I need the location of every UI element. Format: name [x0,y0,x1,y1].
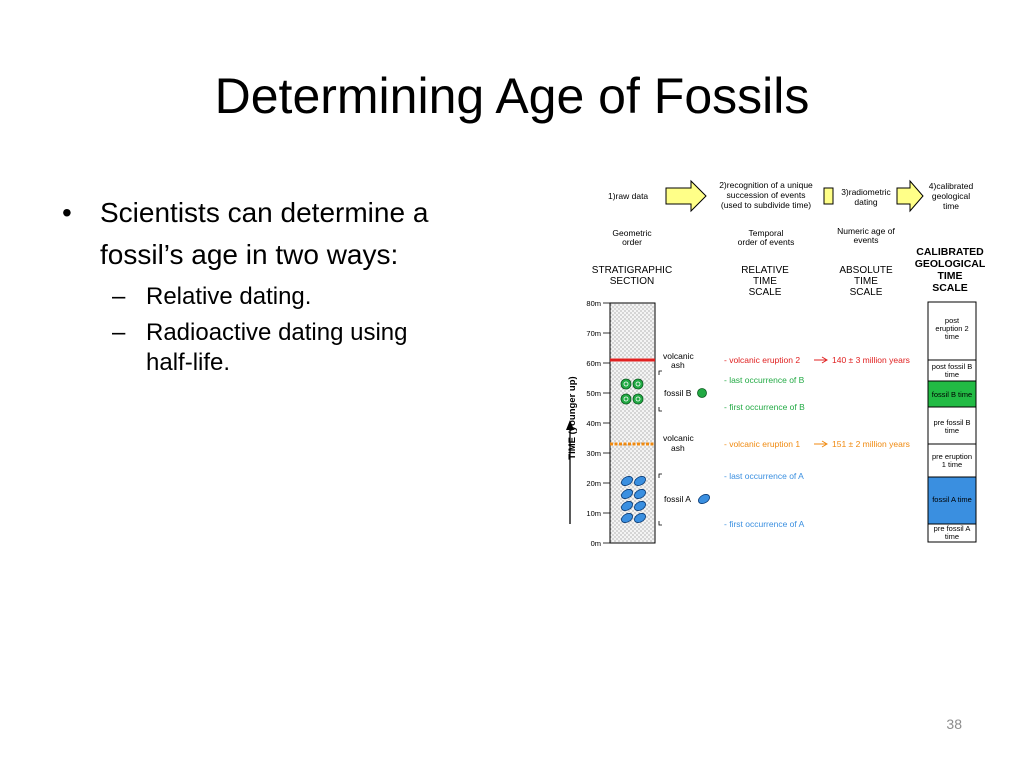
label-fossil-a: fossil A [664,494,691,504]
event-last-occurrence-b: - last occurrence of B [724,375,805,385]
sub-bullet-text-line-1: Radioactive dating using [146,319,408,346]
eruption-2-arrow-icon [814,356,828,364]
range-bracket-markers [658,370,662,526]
label-volcanic-ash-lower-1: volcanic [663,433,694,443]
subhead-numeric-2: events [853,235,878,245]
dash-icon: – [112,283,126,310]
event-volcanic-eruption-1: - volcanic eruption 1 [724,439,800,449]
step-recognition-line-1: 2)recognition of a unique [719,180,813,190]
step-arrow-1-icon [665,179,707,213]
step-calibrated-line-1: 4)calibrated [929,181,974,191]
fossil-dating-diagram: 1)raw data 2)recognition of a unique suc… [566,179,986,548]
label-fossil-b: fossil B [664,388,692,398]
column-calibrated-2: GEOLOGICAL [915,258,986,270]
event-first-occurrence-b: - first occurrence of B [724,402,805,412]
height-tick-label: 10m [586,509,601,518]
bullet-text-line-1: Scientists can determine a [100,197,429,228]
column-absolute-1: ABSOLUTE [839,265,893,276]
zone-fossil-a-time: fossil A time [932,495,972,504]
step-radiometric-line-1: 3)radiometric [841,187,891,197]
zone-pre-fossil-b-2: time [945,426,959,435]
bullet-item: • Scientists can determine a fossil’s ag… [62,192,532,276]
dash-icon: – [112,319,126,346]
sub-bullet-text-line-2: half-life. [146,349,231,376]
step-radiometric-line-2: dating [854,197,877,207]
step-calibrated-line-2: geological [932,191,970,201]
column-relative-2: TIME [753,276,777,287]
slide-title: Determining Age of Fossils [214,68,810,124]
step-raw-data: 1)raw data [608,191,648,201]
step-calibrated-line-3: time [943,201,959,211]
step-recognition-line-2: succession of events [727,190,806,200]
age-eruption-2: 140 ± 3 million years [832,355,910,365]
bullet-text-line-2: fossil’s age in two ways: [100,239,399,270]
height-tick-label: 30m [586,449,601,458]
zone-pre-eruption-1-2: 1 time [942,460,962,469]
height-tick-label: 70m [586,329,601,338]
label-volcanic-ash-upper-2: ash [671,360,685,370]
height-tick-label: 20m [586,479,601,488]
column-relative-1: RELATIVE [741,265,789,276]
event-volcanic-eruption-2: - volcanic eruption 2 [724,355,800,365]
column-absolute-3: SCALE [850,287,883,298]
height-tick-label: 40m [586,419,601,428]
zone-fossil-b-time: fossil B time [932,390,972,399]
zone-post-eruption-2-3: time [945,332,959,341]
section-height-ticks: 0m 10m 20m 30m 40m 50m 60m 70m 80m [586,299,610,548]
label-volcanic-ash-lower-2: ash [671,443,685,453]
height-tick-label: 80m [586,299,601,308]
zone-pre-fossil-a-2: time [945,532,959,541]
bullet-list: • Scientists can determine a fossil’s ag… [62,192,532,378]
sub-bullet-relative: – Relative dating. [62,282,532,312]
subhead-temporal-2: order of events [738,237,795,247]
column-stratigraphic-2: SECTION [610,276,654,287]
step-recognition-line-3: (used to subdivide time) [721,200,811,210]
column-calibrated-3: TIME [937,270,962,282]
time-axis-label: TIME (younger up) [567,376,578,459]
bullet-dot-icon: • [62,197,72,228]
column-absolute-2: TIME [854,276,878,287]
sub-bullet-radioactive: – Radioactive dating using half-life. [62,318,532,378]
height-tick-label: 50m [586,389,601,398]
step-arrow-2-icon [896,179,924,213]
stratigraphic-column [609,302,656,544]
column-calibrated-1: CALIBRATED [916,246,984,258]
slide-number: 38 [946,716,962,732]
subhead-geometric-2: order [622,237,642,247]
height-tick-label: 60m [586,359,601,368]
zone-post-fossil-b-2: time [945,370,959,379]
column-stratigraphic-1: STRATIGRAPHIC [592,265,672,276]
step-box-icon [823,187,834,205]
age-eruption-1: 151 ± 2 million years [832,439,910,449]
event-last-occurrence-a: - last occurrence of A [724,471,804,481]
sub-bullet-text: Relative dating. [146,283,312,310]
column-calibrated-4: SCALE [932,282,968,294]
fossil-b-legend-icon [697,388,707,398]
height-tick-label: 0m [591,539,601,548]
column-relative-3: SCALE [749,287,782,298]
fossil-a-legend-icon [698,494,710,504]
event-first-occurrence-a: - first occurrence of A [724,519,805,529]
eruption-1-arrow-icon [814,440,828,448]
